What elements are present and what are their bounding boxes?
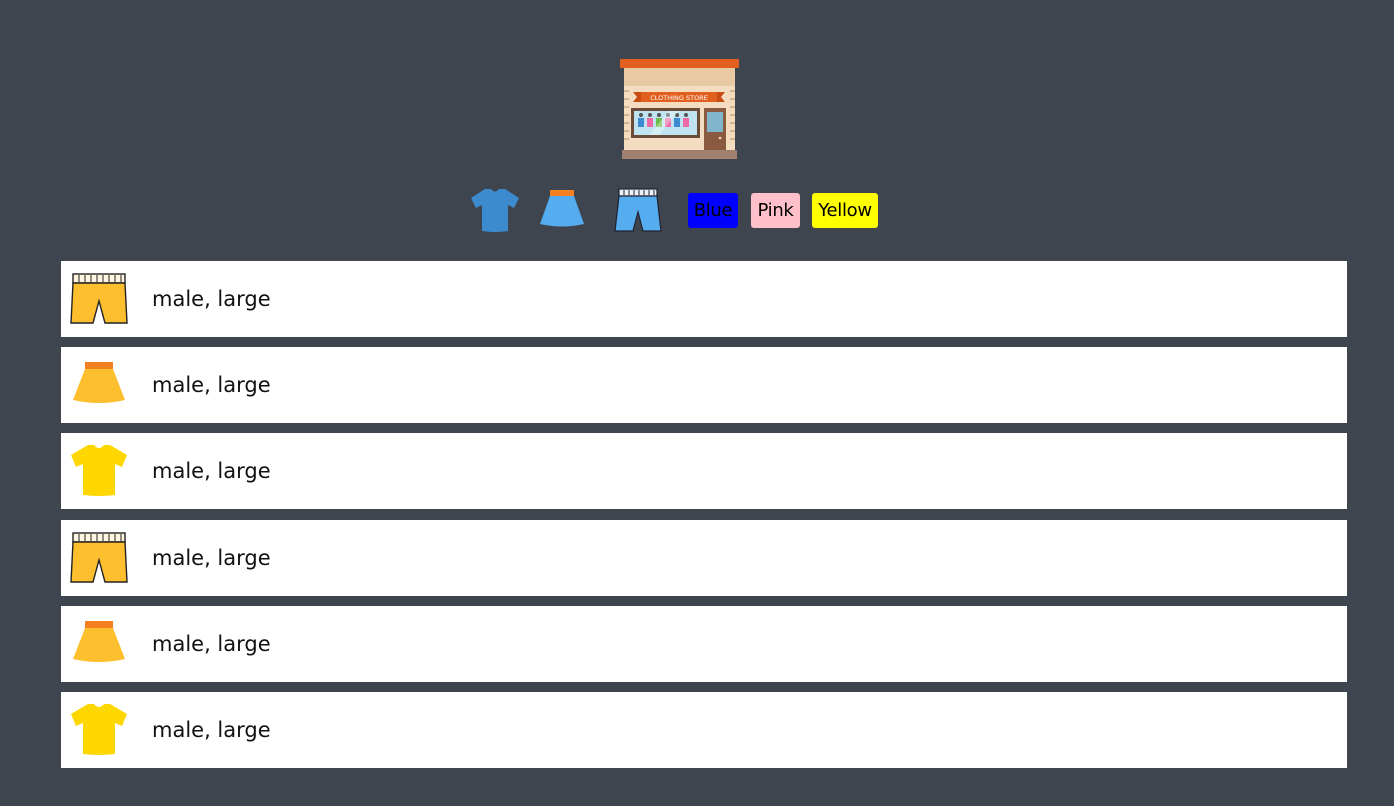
item-label: male, large [152, 546, 271, 570]
item-label: male, large [152, 718, 271, 742]
skirt-icon [69, 616, 129, 672]
tshirt-icon [69, 702, 129, 758]
list-item[interactable]: male, large [61, 433, 1347, 509]
list-item[interactable]: male, large [61, 520, 1347, 596]
list-item[interactable]: male, large [61, 692, 1347, 768]
tshirt-icon [69, 443, 129, 499]
shorts-icon [69, 530, 129, 586]
shorts-icon [612, 186, 664, 234]
logo-sign-text: CLOTHING STORE [650, 94, 708, 102]
skirt-icon [69, 357, 129, 413]
list-item[interactable]: male, large [61, 606, 1347, 682]
clothing-store-icon: CLOTHING STORE [619, 58, 740, 160]
list-item[interactable]: male, large [61, 347, 1347, 423]
shorts-icon [69, 271, 129, 327]
tshirt-icon [469, 186, 521, 234]
item-label: male, large [152, 287, 271, 311]
skirt-icon [536, 186, 588, 234]
filter-skirt-button[interactable] [524, 186, 600, 234]
filter-yellow-button[interactable]: Yellow [812, 192, 878, 228]
filter-toolbar: Blue Pink Yellow [466, 186, 878, 234]
item-label: male, large [152, 459, 271, 483]
item-label: male, large [152, 632, 271, 656]
filter-shorts-button[interactable] [600, 186, 676, 234]
filter-pink-button[interactable]: Pink [751, 192, 800, 228]
item-label: male, large [152, 373, 271, 397]
filter-blue-button[interactable]: Blue [688, 192, 738, 228]
filter-tshirt-button[interactable] [466, 186, 524, 234]
list-item[interactable]: male, large [61, 261, 1347, 337]
